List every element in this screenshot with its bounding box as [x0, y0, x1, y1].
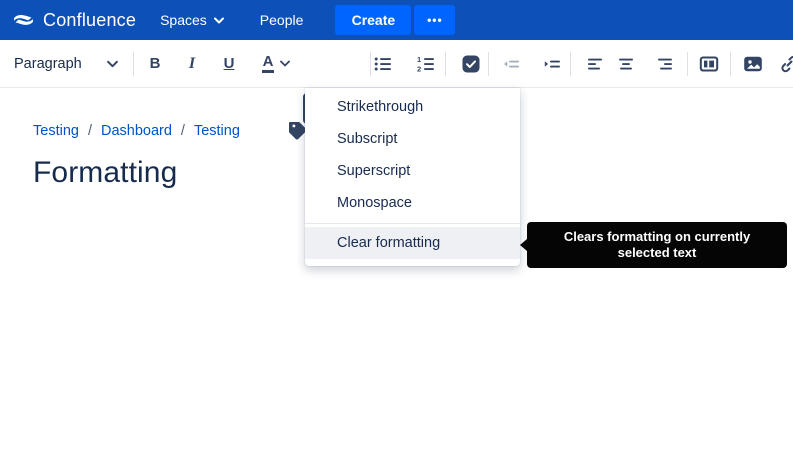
- italic-button[interactable]: I: [177, 49, 207, 79]
- confluence-home-link[interactable]: Confluence: [13, 10, 136, 31]
- link-button[interactable]: [774, 49, 793, 79]
- chevron-down-icon: [107, 60, 118, 68]
- insert-link-icon: [778, 53, 793, 75]
- align-left-button[interactable]: [580, 49, 610, 79]
- breadcrumb-item-dashboard[interactable]: Dashboard: [101, 123, 172, 139]
- align-right-icon: [655, 54, 675, 74]
- editor-toolbar: Paragraph B I U A A: [0, 40, 793, 88]
- numbered-list-button[interactable]: 1 2: [411, 49, 441, 79]
- indent-button[interactable]: [537, 49, 567, 79]
- paragraph-style-label: Paragraph: [14, 56, 82, 72]
- underline-icon: U: [224, 55, 235, 72]
- formatting-dropdown-menu: Strikethrough Subscript Superscript Mono…: [305, 88, 520, 266]
- breadcrumb: Testing / Dashboard / Testing: [33, 119, 240, 143]
- toolbar-divider: [687, 52, 688, 76]
- nav-people-label: People: [260, 12, 304, 28]
- bold-button[interactable]: B: [140, 49, 170, 79]
- svg-text:2: 2: [417, 64, 421, 73]
- toolbar-divider: [730, 52, 731, 76]
- italic-icon: I: [189, 55, 195, 73]
- indent-icon: [542, 54, 562, 74]
- chevron-down-icon: [280, 60, 290, 67]
- breadcrumb-separator: /: [88, 123, 92, 139]
- outdent-button: [496, 49, 526, 79]
- top-nav-bar: Confluence Spaces People Create •••: [0, 0, 793, 40]
- breadcrumb-item-testing[interactable]: Testing: [33, 123, 79, 139]
- outdent-icon: [501, 54, 521, 74]
- menu-item-subscript[interactable]: Subscript: [305, 123, 520, 155]
- insert-image-icon: [743, 54, 763, 74]
- toolbar-divider: [445, 52, 446, 76]
- paragraph-style-select[interactable]: Paragraph: [8, 48, 124, 80]
- tooltip-text: Clears formatting on currently selected …: [541, 229, 773, 262]
- toolbar-divider: [133, 52, 134, 76]
- chevron-down-icon: [214, 17, 224, 24]
- task-list-icon: [461, 54, 481, 74]
- layout-button[interactable]: [694, 49, 724, 79]
- align-right-button[interactable]: [650, 49, 680, 79]
- nav-more-button[interactable]: •••: [414, 5, 455, 35]
- confluence-editor-screen: Confluence Spaces People Create ••• Para…: [0, 0, 793, 471]
- menu-item-clear-formatting[interactable]: Clear formatting: [305, 227, 520, 259]
- breadcrumb-separator: /: [181, 123, 185, 139]
- nav-people[interactable]: People: [260, 12, 304, 28]
- bold-icon: B: [150, 55, 161, 72]
- menu-item-strikethrough[interactable]: Strikethrough: [305, 91, 520, 123]
- svg-text:1: 1: [417, 55, 421, 64]
- breadcrumb-item-testing-page[interactable]: Testing: [194, 123, 240, 139]
- text-color-icon: A: [262, 54, 275, 73]
- toolbar-divider: [488, 52, 489, 76]
- confluence-logo-icon: [13, 10, 34, 30]
- text-color-button[interactable]: A: [252, 49, 300, 79]
- create-button[interactable]: Create: [335, 5, 411, 35]
- menu-item-monospace[interactable]: Monospace: [305, 187, 520, 219]
- toolbar-divider: [570, 52, 571, 76]
- tooltip-arrow-icon: [520, 239, 527, 251]
- underline-button[interactable]: U: [214, 49, 244, 79]
- bullet-list-icon: [373, 54, 393, 74]
- align-left-icon: [585, 54, 605, 74]
- task-list-button[interactable]: [456, 49, 486, 79]
- nav-spaces[interactable]: Spaces: [160, 12, 224, 28]
- brand-name: Confluence: [43, 10, 136, 31]
- align-center-button[interactable]: [611, 49, 641, 79]
- numbered-list-icon: 1 2: [416, 54, 436, 74]
- menu-item-superscript[interactable]: Superscript: [305, 155, 520, 187]
- align-center-icon: [616, 54, 636, 74]
- nav-spaces-label: Spaces: [160, 12, 207, 28]
- page-title: Formatting: [33, 156, 177, 190]
- layout-columns-icon: [699, 54, 719, 74]
- bullet-list-button[interactable]: [368, 49, 398, 79]
- menu-divider: [305, 223, 520, 224]
- tooltip: Clears formatting on currently selected …: [527, 222, 787, 268]
- image-button[interactable]: [738, 49, 768, 79]
